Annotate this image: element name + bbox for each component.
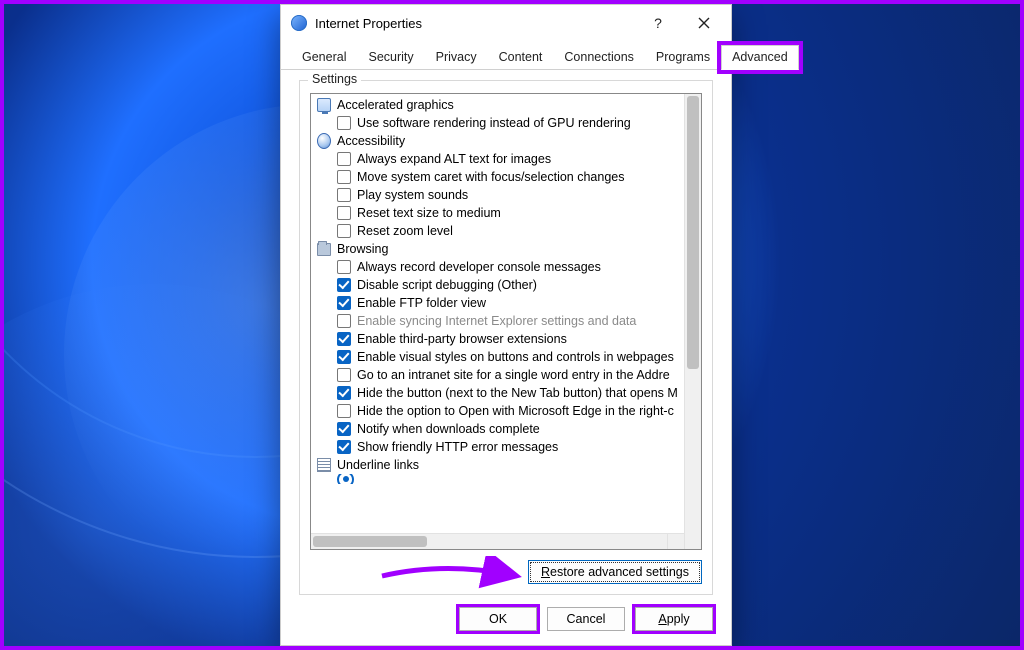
tree-option-label: Reset zoom level	[357, 222, 453, 240]
cancel-button[interactable]: Cancel	[547, 607, 625, 631]
tree-category[interactable]: Underline links	[315, 456, 684, 474]
tree-option[interactable]: Enable third-party browser extensions	[315, 330, 684, 348]
internet-options-icon	[291, 15, 307, 31]
checkbox[interactable]	[337, 440, 351, 454]
tree-option[interactable]: Notify when downloads complete	[315, 420, 684, 438]
internet-properties-dialog: Internet Properties ? GeneralSecurityPri…	[280, 4, 732, 646]
vertical-scrollbar[interactable]	[684, 94, 701, 549]
window-title: Internet Properties	[315, 16, 635, 31]
tree-option-label: Hide the option to Open with Microsoft E…	[357, 402, 674, 420]
help-button[interactable]: ?	[635, 8, 681, 38]
tree-category-label: Browsing	[337, 240, 388, 258]
tree-option-label: Enable visual styles on buttons and cont…	[357, 348, 674, 366]
tree-option[interactable]: Move system caret with focus/selection c…	[315, 168, 684, 186]
tree-option[interactable]: Show friendly HTTP error messages	[315, 438, 684, 456]
tree-option: Enable syncing Internet Explorer setting…	[315, 312, 684, 330]
restore-advanced-settings-button[interactable]: Restore advanced settings	[528, 560, 702, 584]
tree-category-label: Underline links	[337, 456, 419, 474]
checkbox[interactable]	[337, 224, 351, 238]
tree-option-label: Hide the button (next to the New Tab but…	[357, 384, 678, 402]
tree-radio-option[interactable]	[315, 474, 684, 484]
settings-tree[interactable]: Accelerated graphicsUse software renderi…	[311, 94, 684, 533]
checkbox[interactable]	[337, 368, 351, 382]
dialog-footer: OK Cancel Apply	[281, 607, 731, 645]
tree-option-label: Show friendly HTTP error messages	[357, 438, 558, 456]
tab-content-advanced: Settings Accelerated graphicsUse softwar…	[281, 70, 731, 607]
tab-general[interactable]: General	[291, 45, 357, 70]
settings-groupbox: Settings Accelerated graphicsUse softwar…	[299, 80, 713, 595]
checkbox[interactable]	[337, 386, 351, 400]
checkbox[interactable]	[337, 278, 351, 292]
tree-option-label: Notify when downloads complete	[357, 420, 540, 438]
tree-option[interactable]: Enable visual styles on buttons and cont…	[315, 348, 684, 366]
checkbox[interactable]	[337, 260, 351, 274]
tree-option[interactable]: Reset zoom level	[315, 222, 684, 240]
checkbox[interactable]	[337, 404, 351, 418]
tree-option[interactable]: Enable FTP folder view	[315, 294, 684, 312]
tab-connections[interactable]: Connections	[553, 45, 645, 70]
checkbox[interactable]	[337, 350, 351, 364]
checkbox[interactable]	[337, 332, 351, 346]
tab-strip: GeneralSecurityPrivacyContentConnections…	[281, 41, 731, 70]
horizontal-scrollbar[interactable]	[311, 533, 667, 549]
access-icon	[317, 134, 331, 148]
tree-option-label: Go to an intranet site for a single word…	[357, 366, 670, 384]
settings-label: Settings	[308, 72, 361, 86]
radio[interactable]	[337, 474, 354, 484]
tab-content[interactable]: Content	[488, 45, 554, 70]
lines-icon	[317, 458, 331, 472]
tree-option[interactable]: Always expand ALT text for images	[315, 150, 684, 168]
tree-category-label: Accelerated graphics	[337, 96, 454, 114]
tree-option-label: Enable syncing Internet Explorer setting…	[357, 312, 636, 330]
checkbox[interactable]	[337, 116, 351, 130]
tab-privacy[interactable]: Privacy	[425, 45, 488, 70]
tree-option-label: Move system caret with focus/selection c…	[357, 168, 624, 186]
folder-icon	[317, 242, 331, 256]
screenshot-frame: Internet Properties ? GeneralSecurityPri…	[0, 0, 1024, 650]
tab-security[interactable]: Security	[357, 45, 424, 70]
checkbox[interactable]	[337, 206, 351, 220]
checkbox[interactable]	[337, 422, 351, 436]
tree-option[interactable]: Go to an intranet site for a single word…	[315, 366, 684, 384]
checkbox[interactable]	[337, 152, 351, 166]
tree-option-label: Enable FTP folder view	[357, 294, 486, 312]
tree-option-label: Reset text size to medium	[357, 204, 501, 222]
tab-programs[interactable]: Programs	[645, 45, 721, 70]
tree-option[interactable]: Use software rendering instead of GPU re…	[315, 114, 684, 132]
tree-option[interactable]: Hide the option to Open with Microsoft E…	[315, 402, 684, 420]
annotation-arrow	[377, 556, 527, 596]
tab-advanced[interactable]: Advanced	[721, 45, 799, 70]
checkbox	[337, 314, 351, 328]
tree-category[interactable]: Accelerated graphics	[315, 96, 684, 114]
tree-category[interactable]: Browsing	[315, 240, 684, 258]
tree-category-label: Accessibility	[337, 132, 405, 150]
settings-tree-container: Accelerated graphicsUse software renderi…	[310, 93, 702, 550]
tree-option[interactable]: Always record developer console messages	[315, 258, 684, 276]
tree-option[interactable]: Hide the button (next to the New Tab but…	[315, 384, 684, 402]
ok-button[interactable]: OK	[459, 607, 537, 631]
checkbox[interactable]	[337, 188, 351, 202]
checkbox[interactable]	[337, 170, 351, 184]
tree-category[interactable]: Accessibility	[315, 132, 684, 150]
close-icon	[698, 17, 710, 29]
tree-option[interactable]: Reset text size to medium	[315, 204, 684, 222]
tree-option[interactable]: Disable script debugging (Other)	[315, 276, 684, 294]
tree-option-label: Enable third-party browser extensions	[357, 330, 567, 348]
tree-option-label: Always record developer console messages	[357, 258, 601, 276]
titlebar[interactable]: Internet Properties ?	[281, 5, 731, 41]
tree-option-label: Play system sounds	[357, 186, 468, 204]
tree-option-label: Disable script debugging (Other)	[357, 276, 537, 294]
tree-option-label: Use software rendering instead of GPU re…	[357, 114, 631, 132]
apply-button[interactable]: Apply	[635, 607, 713, 631]
tree-option[interactable]: Play system sounds	[315, 186, 684, 204]
checkbox[interactable]	[337, 296, 351, 310]
monitor-icon	[317, 98, 331, 112]
close-button[interactable]	[681, 8, 727, 38]
tree-option-label: Always expand ALT text for images	[357, 150, 551, 168]
